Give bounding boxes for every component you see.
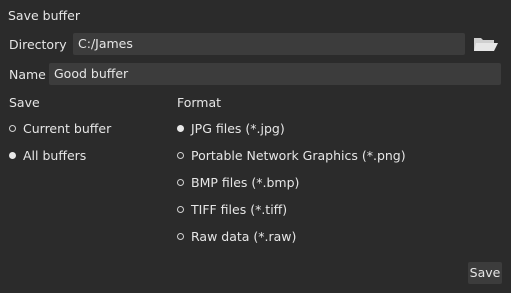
folder-open-icon (474, 38, 498, 51)
radio-format-bmp[interactable]: BMP files (*.bmp) (177, 173, 299, 191)
dialog-title: Save buffer (8, 8, 80, 23)
directory-field[interactable]: C:/James (73, 33, 465, 55)
radio-indicator (177, 178, 184, 186)
radio-indicator (177, 205, 184, 213)
radio-label: JPG files (*.jpg) (191, 120, 285, 136)
name-field[interactable]: Good buffer (49, 63, 501, 85)
radio-format-raw[interactable]: Raw data (*.raw) (177, 227, 296, 245)
radio-format-jpg[interactable]: JPG files (*.jpg) (177, 119, 285, 137)
name-value: Good buffer (54, 66, 129, 81)
format-group-label: Format (177, 95, 222, 110)
save-group-label: Save (9, 95, 40, 110)
radio-label: Portable Network Graphics (*.png) (191, 147, 406, 163)
radio-all-buffers[interactable]: All buffers (9, 146, 86, 164)
radio-label: Raw data (*.raw) (191, 228, 297, 244)
directory-label: Directory (9, 37, 67, 52)
radio-label: BMP files (*.bmp) (191, 174, 300, 190)
radio-format-png[interactable]: Portable Network Graphics (*.png) (177, 146, 406, 164)
radio-current-buffer[interactable]: Current buffer (9, 119, 111, 137)
radio-indicator (9, 124, 16, 132)
radio-label: Current buffer (23, 120, 112, 136)
radio-format-tiff[interactable]: TIFF files (*.tiff) (177, 200, 287, 218)
save-button[interactable]: Save (468, 262, 502, 284)
browse-folder-button[interactable] (472, 33, 500, 55)
directory-value: C:/James (78, 36, 133, 51)
name-label: Name (9, 67, 46, 82)
radio-indicator-selected (9, 151, 16, 159)
radio-label: All buffers (23, 147, 87, 163)
radio-indicator (177, 232, 184, 240)
radio-indicator (177, 151, 184, 159)
radio-indicator-selected (177, 124, 184, 132)
save-buffer-dialog: Save buffer Directory C:/James Name Good… (0, 0, 511, 293)
radio-label: TIFF files (*.tiff) (191, 201, 288, 217)
